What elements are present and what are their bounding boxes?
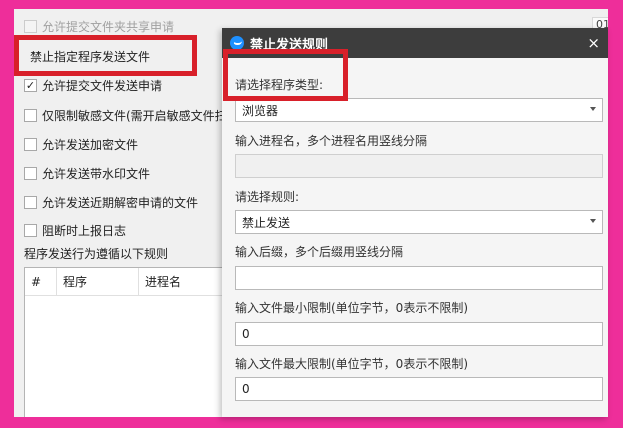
rule-select[interactable]: 禁止发送 [235,210,603,234]
checkbox-allow-recent-decrypt[interactable] [24,195,37,209]
min-size-input[interactable]: 0 [235,322,603,346]
column-header-index[interactable]: # [25,267,57,296]
option-label: 允许提交文件夹共享申请 [42,19,175,34]
close-icon[interactable]: × [587,34,600,52]
process-name-label: 输入进程名，多个进程名用竖线分隔 [235,134,428,148]
option-folder-share-request[interactable]: 允许提交文件夹共享申请 [24,17,174,35]
program-type-select[interactable]: 浏览器 [235,98,603,122]
process-name-input[interactable] [235,154,603,178]
rule-label: 请选择规则: [235,190,300,204]
rule-value: 禁止发送 [242,215,291,230]
option-label: 阻断时上报日志 [42,223,127,238]
column-header-program[interactable]: 程序 [57,267,139,296]
max-size-value: 0 [242,382,250,396]
checkbox-report-on-block[interactable] [24,223,37,237]
option-allow-recent-decrypt[interactable]: 允许发送近期解密申请的文件 [24,193,198,211]
option-label: 仅限制敏感文件(需开启敏感文件扫 [42,108,227,123]
app-logo-icon [230,36,244,50]
suffix-label: 输入后缀，多个后缀用竖线分隔 [235,245,404,259]
checkbox-folder-share[interactable] [24,19,37,33]
option-label: 允许提交文件发送申请 [42,78,163,93]
rules-section-label: 程序发送行为遵循以下规则 [24,247,169,261]
highlight-box-program-type [223,49,348,101]
option-label: 允许发送加密文件 [42,137,139,152]
max-size-label: 输入文件最大限制(单位字节，0表示不限制) [235,357,468,371]
option-allow-encrypted[interactable]: 允许发送加密文件 [24,135,138,153]
highlight-box-option [14,35,197,76]
option-file-send-request[interactable]: ✓ 允许提交文件发送申请 [24,76,162,94]
option-sensitive-only[interactable]: 仅限制敏感文件(需开启敏感文件扫 [24,106,227,124]
chevron-down-icon [590,219,596,223]
chevron-down-icon [590,107,596,111]
checkbox-file-send-request[interactable]: ✓ [24,78,37,92]
max-size-input[interactable]: 0 [235,377,603,401]
checkbox-sensitive-only[interactable] [24,108,37,122]
checkbox-allow-watermark[interactable] [24,166,37,180]
program-type-value: 浏览器 [242,103,279,118]
min-size-value: 0 [242,327,250,341]
suffix-input[interactable] [235,266,603,290]
option-report-on-block[interactable]: 阻断时上报日志 [24,221,126,239]
option-allow-watermark[interactable]: 允许发送带水印文件 [24,164,150,182]
option-label: 允许发送带水印文件 [42,166,151,181]
min-size-label: 输入文件最小限制(单位字节，0表示不限制) [235,301,468,315]
checkbox-allow-encrypted[interactable] [24,137,37,151]
option-label: 允许发送近期解密申请的文件 [42,195,199,210]
